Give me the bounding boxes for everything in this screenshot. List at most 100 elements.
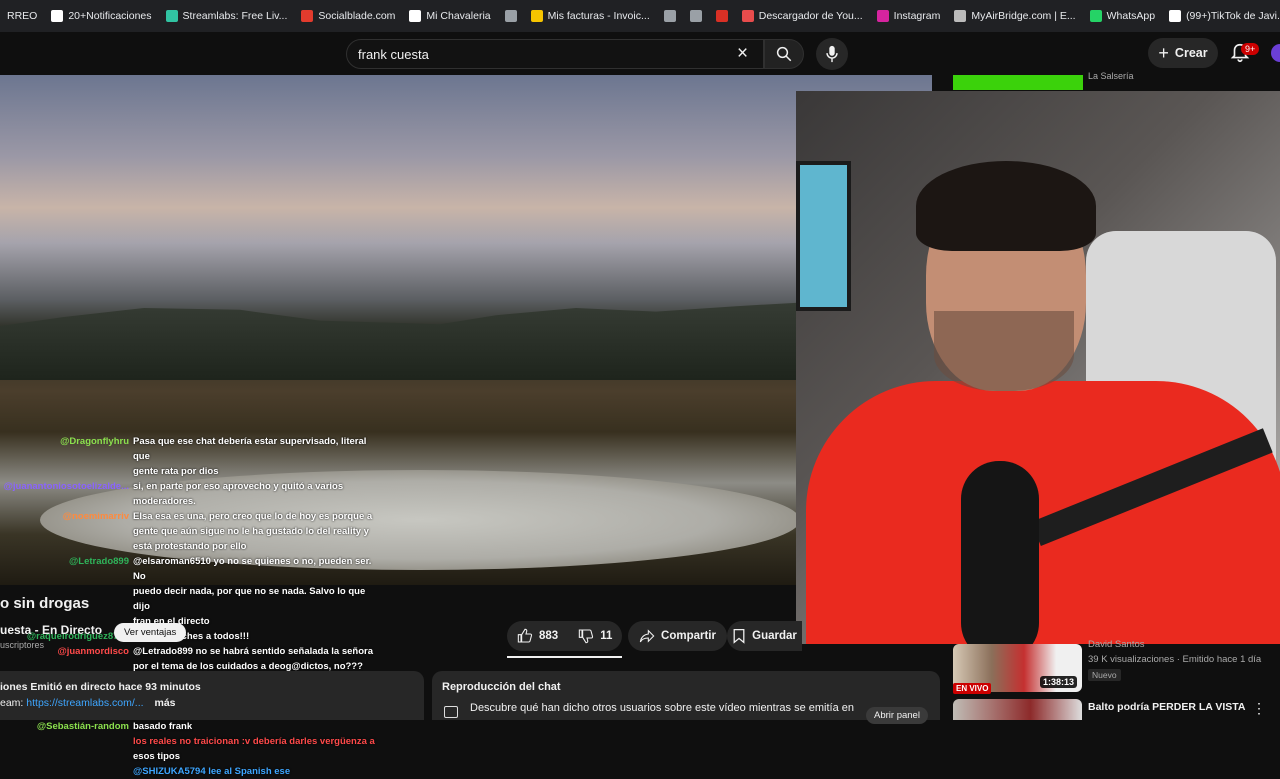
- more-options-icon[interactable]: ⋮: [1252, 700, 1266, 717]
- description-date: iones Emitió en directo hace 93 minutos: [0, 681, 201, 693]
- channel-name[interactable]: uesta - En Directo: [0, 623, 102, 637]
- description-box[interactable]: iones Emitió en directo hace 93 minutos …: [0, 671, 424, 720]
- description-prefix: eam:: [0, 697, 27, 709]
- sidebar-top-channel[interactable]: La Salsería: [1088, 71, 1134, 81]
- chat-text: moderadores.: [133, 496, 196, 507]
- chat-author: @noemimarriv: [62, 511, 129, 522]
- video-duration: 1:38:13: [1040, 676, 1078, 688]
- live-badge: EN VIVO: [953, 683, 992, 694]
- bookmark-label: 20+Notificaciones: [68, 10, 152, 22]
- open-chat-panel-button[interactable]: Abrir panel: [866, 707, 928, 724]
- chat-text: @elsaroman6510 yo no se quienes o no, pu…: [133, 556, 372, 582]
- bookmark-item[interactable]: Streamlabs: Free Liv...: [159, 0, 295, 32]
- chat-author: @juanantoniosotoelizalde...: [3, 481, 129, 492]
- chat-message: está protestando por ello: [0, 539, 380, 554]
- perks-button[interactable]: Ver ventajas: [114, 623, 187, 642]
- bookmark-item[interactable]: [683, 0, 709, 32]
- bookmark-item[interactable]: MyAirBridge.com | E...: [947, 0, 1082, 32]
- bookmark-item[interactable]: RREO: [0, 0, 44, 32]
- share-button[interactable]: Compartir: [628, 621, 727, 651]
- like-dislike-group: 883 11: [507, 621, 622, 651]
- chat-message: gente que aún sigue no le ha gustado lo …: [0, 524, 380, 539]
- sidebar-thumbnail-2[interactable]: [953, 699, 1082, 720]
- chat-message: @Dragonflyhru Pasa que ese chat debería e…: [0, 434, 380, 464]
- chat-message: gente rata por dios: [0, 464, 380, 479]
- chat-icon: [444, 706, 458, 718]
- chat-text: esos tipos: [133, 751, 180, 762]
- create-label: Crear: [1174, 46, 1208, 60]
- chat-text: gente que aún sigue no le ha gustado lo …: [133, 526, 369, 537]
- chat-message: @Letrado899 @elsaroman6510 yo no se quien…: [0, 554, 380, 584]
- bookmark-item[interactable]: Instagram: [870, 0, 948, 32]
- chat-text: @SHIZUKA5794 lee al Spanish ese: [133, 766, 291, 777]
- chat-author: @Dragonflyhru: [60, 436, 129, 447]
- sidebar-title-2[interactable]: Balto podría PERDER LA VISTA: [1088, 700, 1248, 714]
- bookmark-item[interactable]: Mis facturas - Invoic...: [524, 0, 657, 32]
- chat-message: @SHIZUKA5794 lee al Spanish ese: [0, 764, 380, 779]
- chat-text: Pasa que ese chat debería estar supervis…: [133, 436, 367, 462]
- clear-search-icon[interactable]: ×: [737, 44, 748, 63]
- bookmark-label: RREO: [7, 10, 38, 22]
- bookmark-item[interactable]: WhatsApp: [1083, 0, 1162, 32]
- chat-author: @Letrado899: [69, 556, 129, 567]
- bookmark-item[interactable]: Mi Chavaleria: [402, 0, 497, 32]
- bookmarks-bar: RREO 20+Notificaciones Streamlabs: Free Li…: [0, 0, 1280, 32]
- save-button[interactable]: Guardar: [727, 621, 802, 651]
- globe-icon: [504, 10, 517, 22]
- chat-text: basado frank: [133, 721, 193, 732]
- bookmark-label: Socialblade.com: [318, 10, 396, 22]
- chat-author: [0, 734, 133, 749]
- bookmark-item[interactable]: [709, 0, 735, 32]
- chat-text: si, en parte por eso aprovecho y quitó a…: [133, 481, 344, 492]
- bookmark-item[interactable]: (99+)TikTok de Javi...: [1162, 0, 1280, 32]
- sidebar-thumbnail-top[interactable]: [953, 75, 1083, 90]
- landscape-hills: [0, 302, 800, 380]
- bookmark-label: WhatsApp: [1106, 10, 1156, 22]
- create-button[interactable]: + Crear: [1148, 38, 1218, 68]
- thumbs-down-icon: [578, 629, 594, 644]
- search-box: ×: [346, 39, 764, 69]
- globe-icon: [689, 10, 702, 22]
- chat-author: [0, 524, 133, 539]
- sidebar-channel-1[interactable]: David Santos: [1088, 639, 1145, 650]
- chat-replay-desc: Descubre qué han dicho otros usuarios so…: [470, 702, 854, 714]
- streamer-hair: [916, 161, 1096, 251]
- chat-author: [0, 464, 133, 479]
- bookmark-label: Streamlabs: Free Liv...: [182, 10, 288, 22]
- globe-icon: [663, 10, 676, 22]
- share-label: Compartir: [661, 630, 716, 642]
- chat-author: [0, 764, 133, 779]
- like-button[interactable]: 883: [507, 621, 568, 651]
- microphone-icon: [826, 45, 838, 63]
- share-icon: [639, 629, 655, 643]
- chat-author: [0, 539, 133, 554]
- description-link[interactable]: https://streamlabs.com/...: [26, 697, 143, 709]
- thumbs-up-icon: [517, 628, 533, 643]
- red-bird-icon: [715, 10, 728, 22]
- dislike-count: 11: [600, 630, 613, 642]
- voice-search-button[interactable]: [816, 38, 848, 70]
- instagram-icon: [876, 10, 889, 22]
- bookmark-item[interactable]: Descargador de You...: [735, 0, 870, 32]
- new-badge: Nuevo: [1088, 669, 1121, 681]
- bookmark-item[interactable]: Socialblade.com: [294, 0, 402, 32]
- bookmark-item[interactable]: 20+Notificaciones: [44, 0, 158, 32]
- chat-text: gente rata por dios: [133, 466, 219, 477]
- cloud-icon: [954, 10, 967, 22]
- bookmark-item[interactable]: [498, 0, 524, 32]
- chat-replay-title: Reproducción del chat: [442, 681, 561, 693]
- video-title: o sin drogas: [0, 595, 90, 612]
- chat-message: @noemimarriv Elsa esa es una, pero creo q…: [0, 509, 380, 524]
- bookmark-item[interactable]: [657, 0, 683, 32]
- save-label: Guardar: [752, 630, 797, 642]
- bookmark-icon: [733, 628, 745, 644]
- download-icon: [741, 10, 754, 22]
- dislike-button[interactable]: 11: [568, 621, 622, 651]
- chat-text: está protestando por ello: [133, 541, 247, 552]
- background-monitor: [796, 161, 851, 311]
- search-input[interactable]: [358, 44, 718, 64]
- search-button[interactable]: [764, 39, 804, 69]
- bookmark-label: MyAirBridge.com | E...: [971, 10, 1076, 22]
- description-more[interactable]: más: [154, 697, 175, 709]
- youtube-topbar: × + Crear: [0, 32, 1280, 75]
